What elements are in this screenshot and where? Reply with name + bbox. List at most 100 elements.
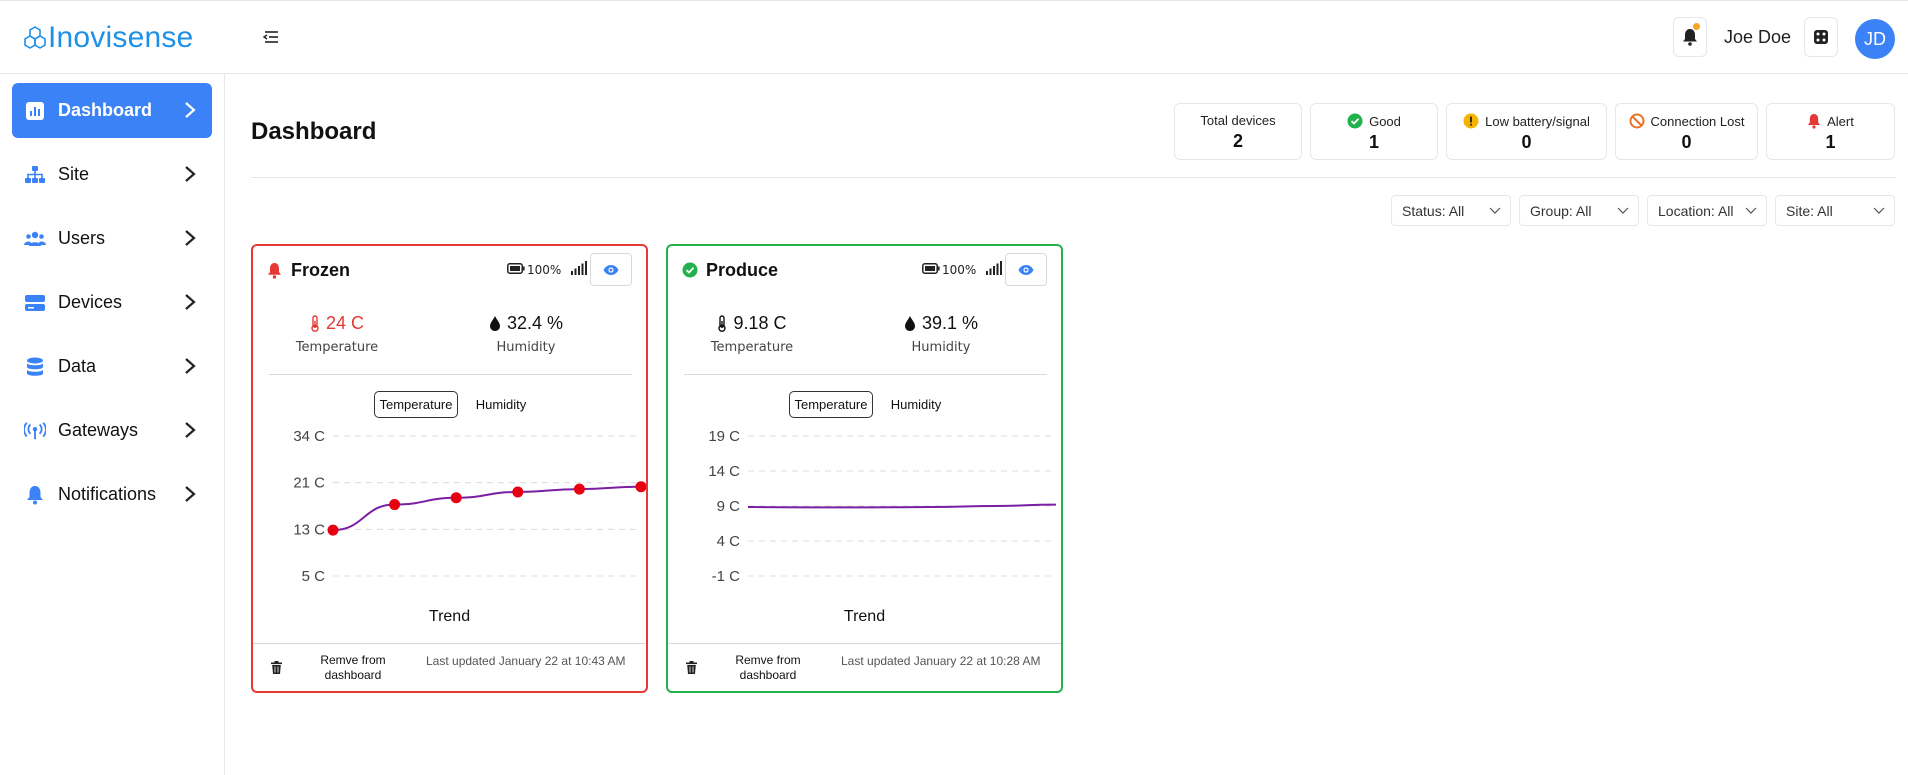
chevron-right-icon xyxy=(185,422,196,438)
humidity-reading: 39.1 % Humidity xyxy=(866,313,1016,355)
stat-value: 1 xyxy=(1825,132,1836,152)
data-point[interactable] xyxy=(635,481,647,493)
notifications-button[interactable] xyxy=(1673,17,1707,57)
logo-hexagons-icon xyxy=(24,26,46,49)
stat-value: 0 xyxy=(1681,132,1692,152)
view-device-button[interactable] xyxy=(1005,253,1047,286)
temperature-reading: 24 C Temperature xyxy=(262,313,412,355)
signal-icon xyxy=(986,261,1002,275)
filter-location[interactable]: Location: All xyxy=(1647,195,1767,226)
bell-icon xyxy=(1683,29,1697,46)
device-card-frozen: Frozen 100% 24 C Temperature 32.4 % Humi… xyxy=(251,244,648,693)
view-device-button[interactable] xyxy=(590,253,632,286)
sidebar: Dashboard Site Users Devices Data Gatewa… xyxy=(0,74,225,775)
tab-temperature[interactable]: Temperature xyxy=(374,391,458,418)
stat-label: Good xyxy=(1369,113,1401,129)
chart-xlabel: Trend xyxy=(428,608,471,625)
data-point[interactable] xyxy=(512,486,524,498)
y-tick-label: 9 C xyxy=(717,498,741,515)
humidity-value: 39.1 % xyxy=(921,313,979,333)
y-tick-label: 19 C xyxy=(708,428,740,445)
last-updated: Last updated January 22 at 10:28 AM xyxy=(841,654,1041,668)
stat-label: Connection Lost xyxy=(1650,113,1745,129)
remove-from-dashboard-button[interactable]: Remve from dashboard xyxy=(718,653,818,683)
tab-humidity[interactable]: Humidity xyxy=(466,391,536,418)
card-header: Produce 100% xyxy=(668,246,1061,296)
menu-toggle-icon[interactable] xyxy=(262,29,280,45)
humidity-value: 32.4 % xyxy=(506,313,564,333)
dice-icon xyxy=(1814,30,1828,44)
sidebar-item-site[interactable]: Site xyxy=(12,147,212,202)
divider xyxy=(668,643,1061,644)
users-icon xyxy=(24,228,46,250)
signal-icon xyxy=(571,261,587,275)
sidebar-item-label: Gateways xyxy=(58,420,139,440)
battery-level: 100% xyxy=(527,263,562,277)
temperature-reading: 9.18 C Temperature xyxy=(677,313,827,355)
stat-alert[interactable]: Alert 1 xyxy=(1766,103,1895,160)
filter-label: Location: All xyxy=(1658,202,1734,219)
stat-total-devices[interactable]: Total devices 2 xyxy=(1174,103,1302,160)
stat-good[interactable]: Good 1 xyxy=(1310,103,1438,160)
data-point[interactable] xyxy=(450,492,462,504)
page-title: Dashboard xyxy=(251,118,377,145)
sitemap-icon xyxy=(24,164,46,186)
stat-value: 0 xyxy=(1521,132,1532,152)
device-card-produce: Produce 100% 9.18 C Temperature 39.1 % H… xyxy=(666,244,1063,693)
stat-label: Total devices xyxy=(1200,113,1276,128)
chevron-right-icon xyxy=(185,358,196,374)
chevron-right-icon xyxy=(185,102,196,118)
sidebar-item-gateways[interactable]: Gateways xyxy=(12,403,212,458)
stat-connection-lost[interactable]: Connection Lost 0 xyxy=(1615,103,1758,160)
top-header: Inovisense Joe Doe JD xyxy=(0,0,1908,74)
avatar[interactable]: JD xyxy=(1855,19,1895,59)
stat-value: 1 xyxy=(1368,132,1379,152)
bell-icon xyxy=(268,263,281,279)
sidebar-item-devices[interactable]: Devices xyxy=(12,275,212,330)
tab-humidity[interactable]: Humidity xyxy=(881,391,951,418)
data-point[interactable] xyxy=(573,483,585,495)
user-name[interactable]: Joe Doe xyxy=(1724,27,1791,48)
notification-badge xyxy=(1693,23,1700,30)
battery-full-icon xyxy=(922,263,940,274)
filter-status[interactable]: Status: All xyxy=(1391,195,1511,226)
bell-icon xyxy=(1808,114,1821,129)
sidebar-item-notifications[interactable]: Notifications xyxy=(12,467,212,522)
trend-chart: 19 C 14 C 9 C 4 C -1 C xyxy=(708,428,1057,585)
stat-label: Low battery/signal xyxy=(1485,113,1590,129)
sidebar-item-users[interactable]: Users xyxy=(12,211,212,266)
trash-icon[interactable] xyxy=(271,661,282,674)
sidebar-item-label: Notifications xyxy=(58,484,157,504)
divider xyxy=(253,643,646,644)
temperature-value: 24 C xyxy=(325,313,365,333)
trash-icon[interactable] xyxy=(686,661,697,674)
stat-label: Alert xyxy=(1827,113,1854,129)
sidebar-item-label: Site xyxy=(58,164,90,184)
battery-full-icon xyxy=(507,263,525,274)
filter-label: Group: All xyxy=(1530,202,1592,219)
chart-xlabel: Trend xyxy=(843,608,886,625)
sidebar-item-data[interactable]: Data xyxy=(12,339,212,394)
thermometer-icon xyxy=(311,315,319,332)
humidity-label: Humidity xyxy=(911,340,971,355)
data-point[interactable] xyxy=(389,499,401,511)
sidebar-item-dashboard[interactable]: Dashboard xyxy=(12,83,212,138)
y-tick-label: 5 C xyxy=(302,568,326,585)
check-circle-icon xyxy=(682,262,698,278)
temperature-value: 9.18 C xyxy=(733,313,787,333)
eye-icon xyxy=(603,264,619,275)
filter-site[interactable]: Site: All xyxy=(1775,195,1895,226)
card-title: Produce xyxy=(706,260,779,280)
chevron-down-icon xyxy=(1745,207,1757,214)
database-icon xyxy=(24,356,46,378)
series-line xyxy=(332,485,642,532)
data-point[interactable] xyxy=(327,524,339,536)
chevron-right-icon xyxy=(185,486,196,502)
filter-group[interactable]: Group: All xyxy=(1519,195,1639,226)
logo[interactable]: Inovisense xyxy=(24,21,193,55)
ban-icon xyxy=(1629,113,1645,129)
remove-from-dashboard-button[interactable]: Remve from dashboard xyxy=(303,653,403,683)
apps-button[interactable] xyxy=(1804,17,1838,57)
stat-low-battery-signal[interactable]: Low battery/signal 0 xyxy=(1446,103,1607,160)
tab-temperature[interactable]: Temperature xyxy=(789,391,873,418)
